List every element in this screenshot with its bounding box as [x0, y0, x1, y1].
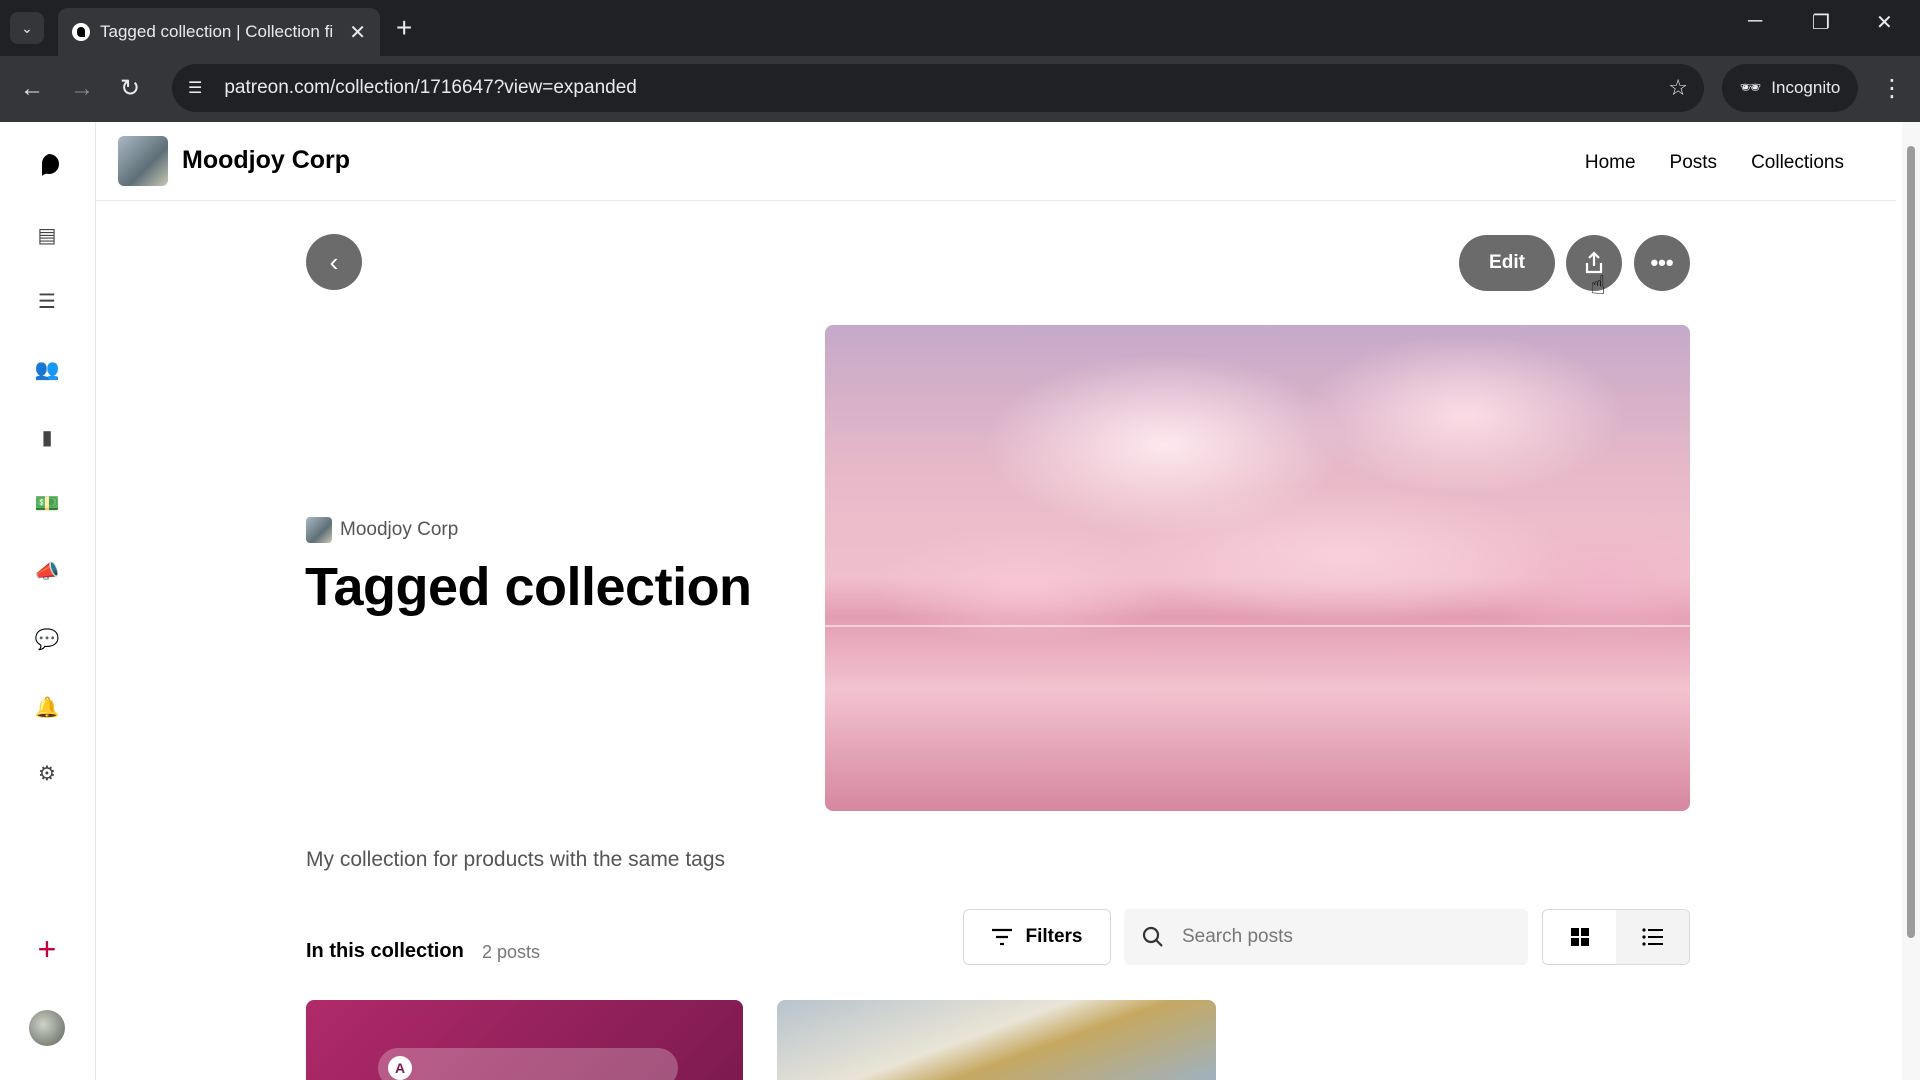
- grid-icon: [1570, 928, 1589, 946]
- creator-avatar[interactable]: [118, 136, 168, 186]
- page-title: Tagged collection: [305, 557, 752, 617]
- audience-icon[interactable]: 👥: [34, 356, 60, 382]
- post-card[interactable]: A: [306, 1000, 743, 1080]
- collection-description: My collection for products with the same…: [306, 848, 726, 871]
- close-window-icon[interactable]: ✕: [1876, 10, 1893, 35]
- creator-nav: Home Posts Collections: [1585, 152, 1844, 174]
- dashboard-icon[interactable]: ▤: [34, 222, 60, 248]
- creator-header: Moodjoy Corp Home Posts Collections: [96, 122, 1896, 201]
- browser-menu-icon[interactable]: ⋮: [1880, 74, 1904, 103]
- minimize-icon[interactable]: ─: [1748, 10, 1762, 33]
- search-box[interactable]: [1124, 909, 1528, 965]
- more-options-button[interactable]: •••: [1634, 235, 1690, 291]
- forward-arrow-icon[interactable]: →: [70, 74, 94, 104]
- filters-button[interactable]: Filters: [963, 909, 1111, 965]
- url-text[interactable]: patreon.com/collection/1716647?view=expa…: [224, 77, 1668, 99]
- view-toggle: [1542, 909, 1690, 965]
- page-scrollbar[interactable]: [1902, 122, 1920, 1080]
- search-icon: [1142, 926, 1163, 947]
- collection-creator-name: Moodjoy Corp: [340, 519, 459, 540]
- notifications-icon[interactable]: 🔔: [34, 694, 60, 720]
- left-sidebar: ▤ ☰ 👥 ▮ 💵 📣 💬 🔔 ⚙ +: [0, 122, 96, 1080]
- creator-mini-avatar: [306, 517, 332, 543]
- incognito-icon: 🕶: [1739, 78, 1762, 97]
- restore-icon[interactable]: ❐: [1812, 10, 1830, 35]
- scroll-thumb[interactable]: [1907, 146, 1915, 938]
- browser-toolbar: ← → ↻ ☰ patreon.com/collection/1716647?v…: [0, 56, 1920, 122]
- nav-posts[interactable]: Posts: [1670, 152, 1718, 174]
- tab-close-icon[interactable]: ✕: [349, 20, 366, 45]
- chats-icon[interactable]: 💬: [34, 626, 60, 652]
- post-preview-avatar: A: [388, 1056, 412, 1080]
- back-button[interactable]: ‹: [306, 234, 362, 290]
- browser-tab-bar: ⌄ Tagged collection | Collection fi ✕ + …: [0, 0, 1920, 56]
- tab-search-button[interactable]: ⌄: [10, 12, 44, 44]
- mouse-pointer-icon: ☝: [1590, 270, 1606, 300]
- insights-icon[interactable]: ▮: [34, 424, 60, 450]
- search-input[interactable]: [1182, 926, 1502, 948]
- user-avatar[interactable]: [29, 1010, 65, 1046]
- bookmark-star-icon[interactable]: ☆: [1668, 75, 1688, 101]
- library-icon[interactable]: ☰: [34, 288, 60, 314]
- post-count: 2 posts: [482, 942, 541, 962]
- list-view-button[interactable]: [1616, 910, 1689, 964]
- tab-title: Tagged collection | Collection fi: [100, 22, 334, 41]
- incognito-indicator[interactable]: 🕶 Incognito: [1722, 64, 1858, 112]
- nav-collections[interactable]: Collections: [1751, 152, 1844, 174]
- grid-view-button[interactable]: [1543, 910, 1616, 964]
- chevron-left-icon: ‹: [329, 246, 339, 277]
- browser-tab[interactable]: Tagged collection | Collection fi ✕: [58, 8, 380, 56]
- new-tab-button[interactable]: +: [396, 12, 412, 44]
- more-horizontal-icon: •••: [1650, 250, 1674, 275]
- filters-label: Filters: [1025, 926, 1083, 947]
- section-label: In this collection: [306, 940, 464, 962]
- address-bar[interactable]: ☰ patreon.com/collection/1716647?view=ex…: [172, 64, 1704, 112]
- post-card[interactable]: [777, 1000, 1216, 1080]
- create-plus-icon[interactable]: +: [34, 931, 60, 967]
- promotions-icon[interactable]: 📣: [34, 558, 60, 584]
- payouts-icon[interactable]: 💵: [34, 490, 60, 516]
- settings-icon[interactable]: ⚙: [34, 760, 60, 786]
- filter-icon: [992, 928, 1013, 946]
- collection-creator[interactable]: Moodjoy Corp: [306, 517, 458, 543]
- creator-name[interactable]: Moodjoy Corp: [182, 146, 350, 175]
- list-icon: [1641, 928, 1663, 946]
- nav-home[interactable]: Home: [1585, 152, 1636, 174]
- collection-cover-image: [825, 325, 1690, 811]
- incognito-label: Incognito: [1771, 78, 1841, 97]
- edit-button[interactable]: Edit: [1459, 235, 1555, 291]
- site-info-icon[interactable]: ☰: [188, 78, 202, 98]
- chevron-down-icon: ⌄: [21, 19, 33, 36]
- patreon-favicon-icon: [72, 23, 90, 41]
- post-preview-pill: [378, 1048, 678, 1080]
- back-arrow-icon[interactable]: ←: [20, 74, 44, 104]
- reload-icon[interactable]: ↻: [120, 74, 140, 104]
- patreon-logo-icon[interactable]: [36, 152, 62, 178]
